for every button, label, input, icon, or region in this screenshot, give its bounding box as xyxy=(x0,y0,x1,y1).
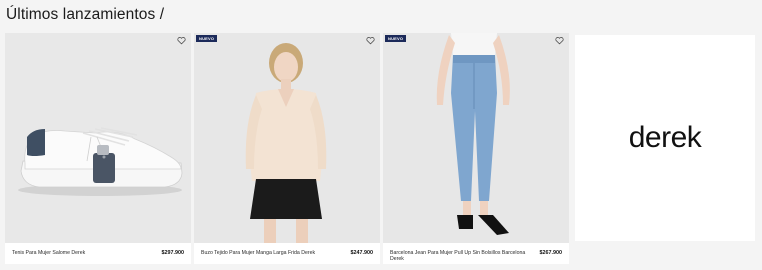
product-info: Barcelona Jean Para Mujer Pull Up Sin Bo… xyxy=(383,243,569,264)
sneaker-image xyxy=(5,33,191,243)
product-name[interactable]: Barcelona Jean Para Mujer Pull Up Sin Bo… xyxy=(390,250,532,263)
product-info: Tenis Para Mujer Salome Derek $297.900 xyxy=(5,243,191,264)
product-card[interactable]: NUEVO Buzo Tejido Para Mujer Manga Larga… xyxy=(194,33,380,264)
product-price: $247.900 xyxy=(350,250,373,256)
new-badge: NUEVO xyxy=(196,35,218,42)
product-image[interactable] xyxy=(383,33,569,243)
sweater-model-image xyxy=(194,33,380,243)
product-price: $267.900 xyxy=(539,250,562,256)
product-image[interactable] xyxy=(5,33,191,243)
product-image[interactable] xyxy=(194,33,380,243)
new-badge: NUEVO xyxy=(385,35,407,42)
heart-outline-icon[interactable] xyxy=(366,36,375,45)
product-card[interactable]: NUEVO Barcelona Jean Para Mujer Pull Up … xyxy=(383,33,569,264)
product-name[interactable]: Buzo Tejido Para Mujer Manga Larga Frida… xyxy=(201,250,343,256)
product-name[interactable]: Tenis Para Mujer Salome Derek xyxy=(12,250,154,256)
jeans-model-image xyxy=(383,33,569,243)
brand-card[interactable]: derek xyxy=(575,35,755,241)
product-info: Buzo Tejido Para Mujer Manga Larga Frida… xyxy=(194,243,380,264)
product-card[interactable]: Tenis Para Mujer Salome Derek $297.900 xyxy=(5,33,191,264)
product-price: $297.900 xyxy=(161,250,184,256)
heart-outline-icon[interactable] xyxy=(555,36,564,45)
section-title: Últimos lanzamientos / xyxy=(6,6,165,23)
heart-outline-icon[interactable] xyxy=(177,36,186,45)
brand-logo: derek xyxy=(628,121,702,154)
